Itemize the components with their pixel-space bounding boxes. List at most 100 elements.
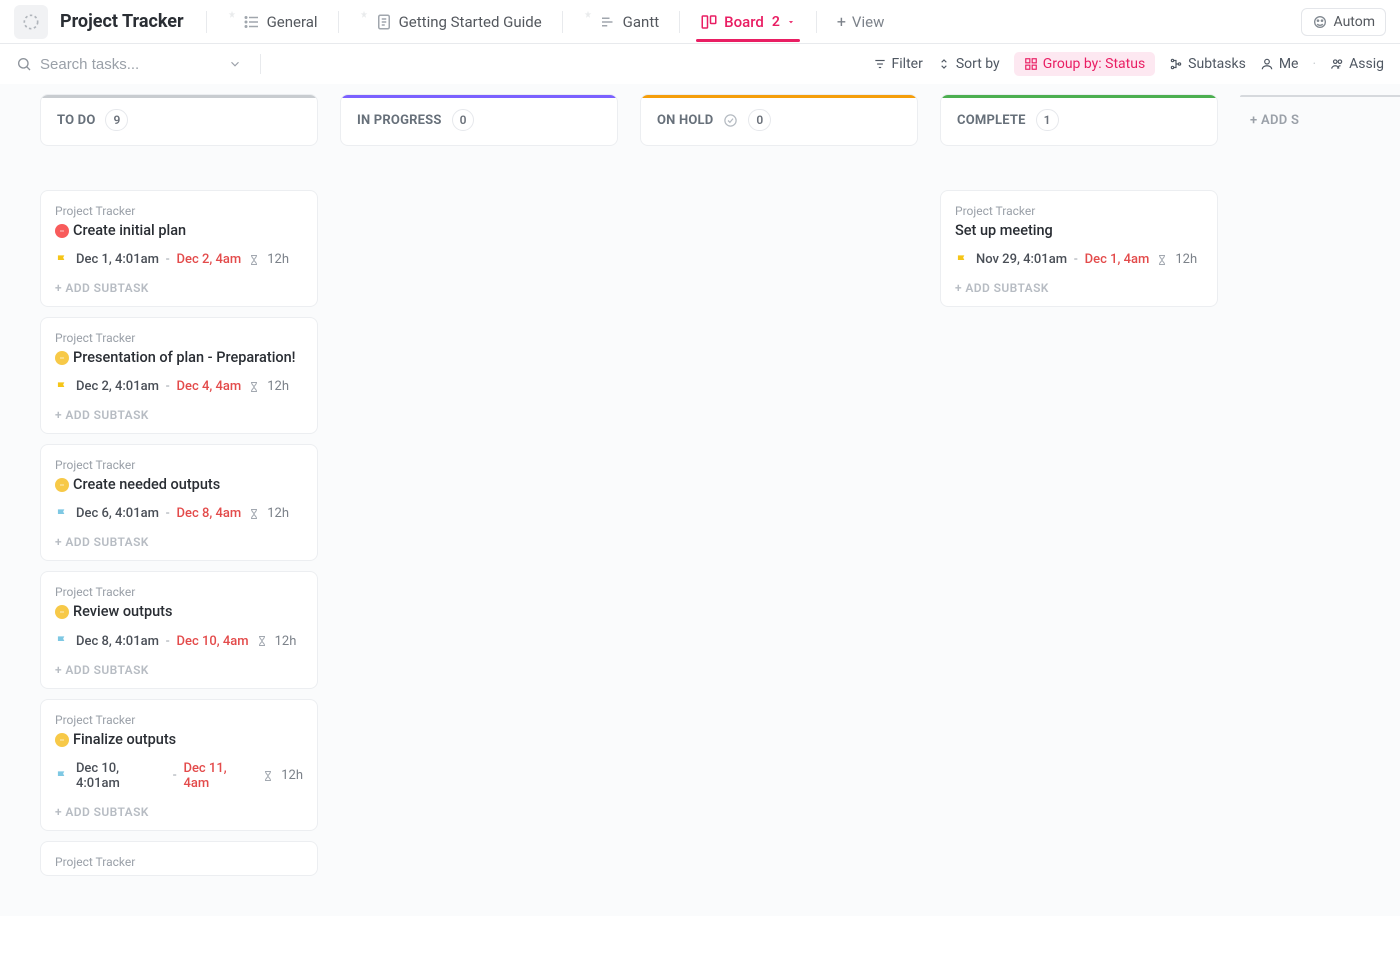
dash: - (173, 768, 177, 783)
task-card[interactable]: Project Tracker Set up meeting Nov 29, 4:0… (940, 190, 1218, 307)
column-header[interactable]: TO DO9 (40, 94, 318, 146)
column-header[interactable]: COMPLETE1 (940, 94, 1218, 146)
flag-icon (55, 380, 69, 394)
dash: - (166, 379, 170, 394)
card-start-date: Dec 8, 4:01am (76, 634, 159, 649)
tab-label: Getting Started Guide (399, 13, 542, 31)
column-count: 1 (1036, 109, 1059, 131)
card-title: Presentation of plan - Preparation! (73, 349, 296, 367)
priority-icon (55, 351, 69, 365)
add-view-label: View (852, 13, 884, 31)
dash: - (1074, 252, 1078, 267)
tab-label: General (267, 13, 318, 31)
hourglass-icon (1156, 253, 1168, 267)
sort-button[interactable]: Sort by (937, 56, 1000, 72)
check-circle-icon (723, 113, 738, 128)
project-icon[interactable] (14, 5, 48, 39)
card-project: Project Tracker (55, 458, 303, 472)
hourglass-icon (256, 634, 268, 648)
tab-general[interactable]: General (217, 3, 328, 41)
column-title: ON HOLD (657, 113, 713, 128)
card-due-date: Dec 1, 4am (1085, 252, 1150, 267)
dash: - (166, 252, 170, 267)
search-input[interactable] (40, 56, 220, 73)
add-subtask-button[interactable]: ADD SUBTASK (55, 535, 303, 549)
card-title: Review outputs (73, 603, 172, 621)
assignees-button[interactable]: Assig (1330, 56, 1384, 72)
card-project: Project Tracker (55, 331, 303, 345)
add-view-button[interactable]: + View (827, 2, 895, 41)
tab-board[interactable]: Board 2 (690, 3, 806, 41)
card-due-date: Dec 4, 4am (177, 379, 242, 394)
filter-button[interactable]: Filter (873, 56, 923, 72)
tab-label: Gantt (623, 13, 659, 31)
task-card[interactable]: Project Tracker (40, 841, 318, 876)
subtasks-button[interactable]: Subtasks (1169, 56, 1246, 72)
chevron-down-icon[interactable] (228, 57, 242, 71)
column-count: 0 (748, 109, 771, 131)
separator (260, 54, 261, 74)
automations-label: Autom (1334, 14, 1375, 30)
tab-board-count: 2 (772, 14, 780, 30)
column-title: IN PROGRESS (357, 113, 442, 128)
separator (816, 11, 817, 33)
card-estimate: 12h (275, 634, 297, 649)
tab-getting-started[interactable]: Getting Started Guide (349, 3, 552, 41)
card-estimate: 12h (1175, 252, 1197, 267)
priority-icon (55, 224, 69, 238)
card-project: Project Tracker (55, 855, 303, 869)
flag-icon (55, 253, 69, 267)
column-header[interactable]: ON HOLD 0 (640, 94, 918, 146)
task-card[interactable]: Project Tracker Review outputs Dec 8, 4:01… (40, 571, 318, 688)
card-estimate: 12h (267, 506, 289, 521)
flag-icon (955, 253, 969, 267)
separator-dot: · (1312, 56, 1316, 72)
card-title: Set up meeting (955, 222, 1053, 240)
group-button[interactable]: Group by: Status (1014, 52, 1155, 76)
card-project: Project Tracker (55, 585, 303, 599)
add-subtask-button[interactable]: ADD SUBTASK (55, 408, 303, 422)
add-status-button[interactable]: + ADD S (1240, 95, 1400, 144)
tab-gantt[interactable]: Gantt (573, 3, 669, 41)
column-header[interactable]: IN PROGRESS0 (340, 94, 618, 146)
automations-button[interactable]: Autom (1301, 8, 1386, 36)
task-card[interactable]: Project TrackerCreate needed outputsDec … (40, 444, 318, 561)
project-title[interactable]: Project Tracker (60, 11, 184, 32)
column-on-hold: ON HOLD 0 (640, 94, 918, 190)
card-estimate: 12h (267, 379, 289, 394)
card-title: Create initial plan (73, 222, 186, 240)
me-label: Me (1279, 56, 1299, 72)
task-card[interactable]: Project TrackerCreate initial planDec 1,… (40, 190, 318, 307)
task-card[interactable]: Project Tracker Presentation of plan - Pr… (40, 317, 318, 434)
card-start-date: Dec 2, 4:01am (76, 379, 159, 394)
filter-label: Filter (892, 56, 923, 72)
separator (206, 11, 207, 33)
card-start-date: Dec 6, 4:01am (76, 506, 159, 521)
separator (679, 11, 680, 33)
add-subtask-button[interactable]: ADD SUBTASK (55, 281, 303, 295)
dash: - (166, 506, 170, 521)
add-subtask-button[interactable]: ADD SUBTASK (55, 805, 303, 819)
card-due-date: Dec 10, 4am (177, 634, 249, 649)
search-icon (16, 56, 32, 72)
card-due-date: Dec 8, 4am (177, 506, 242, 521)
separator (562, 11, 563, 33)
me-button[interactable]: Me (1260, 56, 1299, 72)
card-due-date: Dec 2, 4am (177, 252, 242, 267)
chevron-down-icon (786, 17, 796, 27)
column-count: 9 (105, 109, 128, 131)
card-project: Project Tracker (55, 713, 303, 727)
card-project: Project Tracker (955, 204, 1203, 218)
add-subtask-button[interactable]: ADD SUBTASK (955, 281, 1203, 295)
hourglass-icon (248, 507, 260, 521)
card-start-date: Nov 29, 4:01am (976, 252, 1067, 267)
card-estimate: 12h (281, 768, 303, 783)
sort-label: Sort by (956, 56, 1000, 72)
assignees-label: Assig (1349, 56, 1384, 72)
card-title: Finalize outputs (73, 731, 176, 749)
hourglass-icon (248, 380, 260, 394)
add-subtask-button[interactable]: ADD SUBTASK (55, 663, 303, 677)
task-card[interactable]: Project TrackerFinalize outputsDec 10, 4… (40, 699, 318, 831)
separator (338, 11, 339, 33)
flag-icon (55, 634, 69, 648)
